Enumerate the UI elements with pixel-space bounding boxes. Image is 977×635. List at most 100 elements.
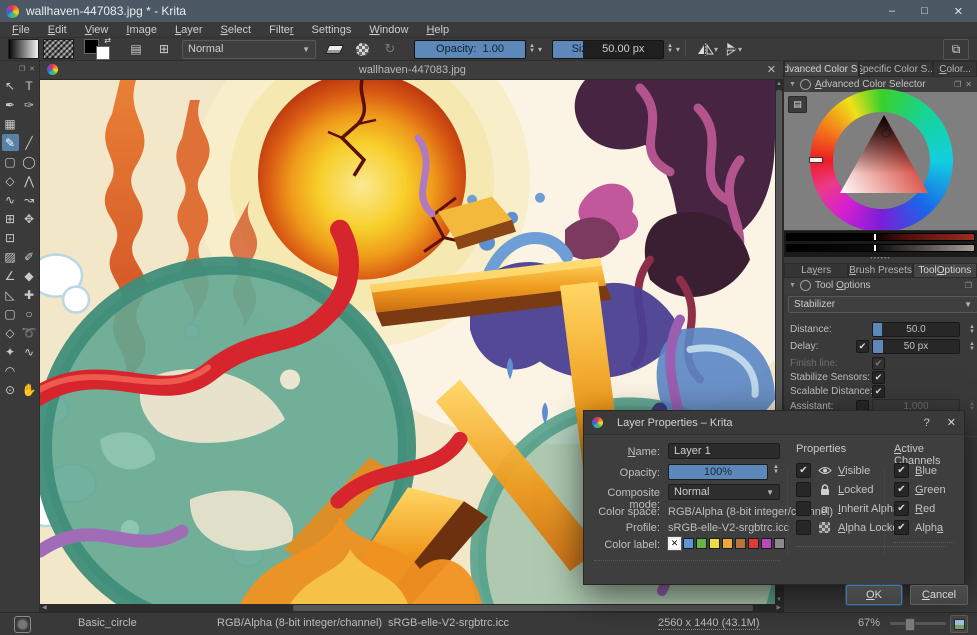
mirror-vertical-button[interactable]: ▾ — [724, 42, 742, 56]
color-label-orange[interactable] — [722, 538, 733, 549]
dialog-help-button[interactable]: ? — [914, 417, 940, 429]
menu-filter[interactable]: Filter — [261, 23, 301, 37]
mirror-h-caret-icon[interactable]: ▾ — [714, 45, 718, 54]
toolbox-float-icon[interactable]: ❐ — [19, 65, 25, 73]
distance-slider[interactable]: 50.0 — [872, 322, 960, 337]
channel-blue-row[interactable]: ✔ Blue — [894, 463, 937, 478]
mirror-horizontal-button[interactable]: ▾ — [697, 42, 718, 56]
hue-wheel[interactable] — [809, 89, 953, 232]
channel-alpha-row[interactable]: ✔ Alpha — [894, 520, 943, 535]
color-label-blue[interactable] — [683, 538, 694, 549]
delay-checkbox[interactable]: ✔ — [856, 340, 869, 353]
horizontal-scroll-thumb[interactable] — [292, 604, 754, 611]
eraser-mode-button[interactable] — [322, 40, 346, 59]
composite-mode-combo[interactable]: Normal ▼ — [668, 484, 780, 500]
fill-tool[interactable]: ◆ — [21, 267, 38, 284]
edit-shapes-tool[interactable]: ✒ — [2, 96, 19, 113]
locked-checkbox[interactable] — [796, 482, 811, 497]
red-checkbox[interactable]: ✔ — [894, 501, 909, 516]
channel-green-row[interactable]: ✔ Green — [894, 482, 946, 497]
menu-settings[interactable]: Settings — [304, 23, 360, 37]
smart-patch-tool[interactable]: ✚ — [21, 286, 38, 303]
distance-spinner[interactable]: ▲ ▼ — [969, 324, 975, 335]
brush-editor-button[interactable]: ▤ — [124, 40, 148, 59]
color-sampler-tool[interactable]: ✐ — [21, 248, 38, 265]
tab-tool-options[interactable]: Tool Options — [912, 263, 977, 278]
swap-colors-icon[interactable]: ⇄ — [104, 36, 111, 45]
zoom-slider-thumb[interactable] — [904, 618, 915, 631]
blending-mode-combo[interactable]: Normal ▼ — [182, 39, 316, 59]
close-docker-icon[interactable]: ✕ — [965, 80, 972, 89]
alpha-checkbox[interactable]: ✔ — [894, 520, 909, 535]
pan-tool[interactable]: ✋ — [21, 381, 38, 398]
opacity-spinner[interactable]: ▲ ▼ — [526, 43, 538, 54]
menu-edit[interactable]: Edit — [40, 23, 75, 37]
dialog-close-button[interactable]: ✕ — [947, 416, 956, 429]
name-input[interactable]: Layer 1 — [668, 443, 780, 459]
color-label-purple[interactable] — [761, 538, 772, 549]
tab-color[interactable]: Color... — [933, 61, 977, 77]
collapse-icon[interactable]: ▼ — [789, 282, 796, 289]
text-tool[interactable]: T — [21, 77, 38, 94]
measure-tool[interactable]: ∠ — [2, 267, 19, 284]
mirror-v-caret-icon[interactable]: ▾ — [738, 45, 742, 54]
color-label-brown[interactable] — [735, 538, 746, 549]
document-titlebar[interactable]: wallhaven-447083.jpg ✕ — [40, 61, 783, 80]
freehand-path-tool[interactable]: ↝ — [21, 191, 38, 208]
menu-help[interactable]: Help — [418, 23, 457, 37]
delay-slider[interactable]: 50 px — [872, 339, 960, 354]
menu-select[interactable]: Select — [213, 23, 260, 37]
similar-select-tool[interactable]: ✦ — [2, 343, 19, 360]
transform-tool[interactable]: ⊞ — [2, 210, 19, 227]
select-shapes-tool[interactable]: ↖ — [2, 77, 19, 94]
float-docker-icon[interactable]: ❐ — [965, 281, 972, 290]
opacity-slider[interactable]: Opacity: 1.00 — [414, 39, 526, 59]
scroll-up-icon[interactable]: ▲ — [775, 81, 783, 87]
polygonal-select-tool[interactable]: ◇ — [2, 324, 19, 341]
toolbox-close-icon[interactable]: ✕ — [29, 65, 35, 73]
gradient-tool[interactable]: ▨ — [2, 248, 19, 265]
menu-layer[interactable]: Layer — [167, 23, 211, 37]
pattern-chooser[interactable] — [43, 39, 74, 59]
bezier-select-tool[interactable]: ∿ — [21, 343, 38, 360]
inherit-alpha-checkbox[interactable] — [796, 501, 811, 516]
menu-view[interactable]: View — [77, 23, 117, 37]
image-dimensions[interactable]: 2560 x 1440 (43.1M) — [658, 617, 760, 630]
color-label-gray[interactable] — [774, 538, 785, 549]
tab-specific-color-selector[interactable]: Specific Color S... — [858, 61, 934, 77]
size-spinner[interactable]: ▲ ▼ — [664, 43, 676, 54]
elliptical-select-tool[interactable]: ○ — [21, 305, 38, 322]
calligraphy-tool[interactable]: ✑ — [21, 96, 38, 113]
visible-row[interactable]: ✔ Visible — [796, 463, 870, 478]
dialog-titlebar[interactable]: Layer Properties – Krita ? ✕ — [584, 411, 964, 435]
color-label-none[interactable]: ✕ — [667, 536, 682, 551]
scalable-distance-checkbox[interactable]: ✔ — [872, 385, 885, 398]
scroll-down-icon[interactable]: ▼ — [775, 597, 783, 603]
layer-opacity-spinner[interactable]: ▲ ▼ — [770, 464, 782, 475]
close-button[interactable]: ✕ — [954, 5, 963, 18]
size-caret-icon[interactable]: ▾ — [676, 45, 680, 54]
pattern-edit-tool[interactable]: ▦ — [2, 115, 19, 132]
brush-presets-button[interactable]: ⊞ — [152, 40, 176, 59]
alpha-locked-checkbox[interactable] — [796, 520, 811, 535]
workspace-chooser-button[interactable]: ⧉ — [943, 38, 969, 60]
gradient-chooser[interactable] — [8, 39, 39, 59]
menu-image[interactable]: Image — [118, 23, 165, 37]
visible-checkbox[interactable]: ✔ — [796, 463, 811, 478]
float-docker-icon[interactable]: ❐ — [954, 80, 961, 89]
alpha-locked-row[interactable]: Alpha Locked — [796, 520, 905, 535]
rectangle-tool[interactable]: ▢ — [2, 153, 19, 170]
tab-brush-presets[interactable]: Brush Presets — [848, 263, 913, 278]
shade-strip-2[interactable] — [786, 244, 975, 252]
color-label-green[interactable] — [696, 538, 707, 549]
shade-strip-1[interactable] — [786, 233, 975, 241]
selector-settings-button[interactable]: ▤ — [788, 96, 807, 113]
channel-red-row[interactable]: ✔ Red — [894, 501, 935, 516]
cancel-button[interactable]: Cancel — [910, 585, 968, 605]
ellipse-tool[interactable]: ◯ — [21, 153, 38, 170]
preserve-alpha-button[interactable] — [350, 40, 374, 59]
vertical-scroll-thumb[interactable] — [776, 89, 782, 457]
sv-triangle[interactable] — [834, 111, 930, 207]
color-label-red[interactable] — [748, 538, 759, 549]
line-tool[interactable]: ╱ — [21, 134, 38, 151]
